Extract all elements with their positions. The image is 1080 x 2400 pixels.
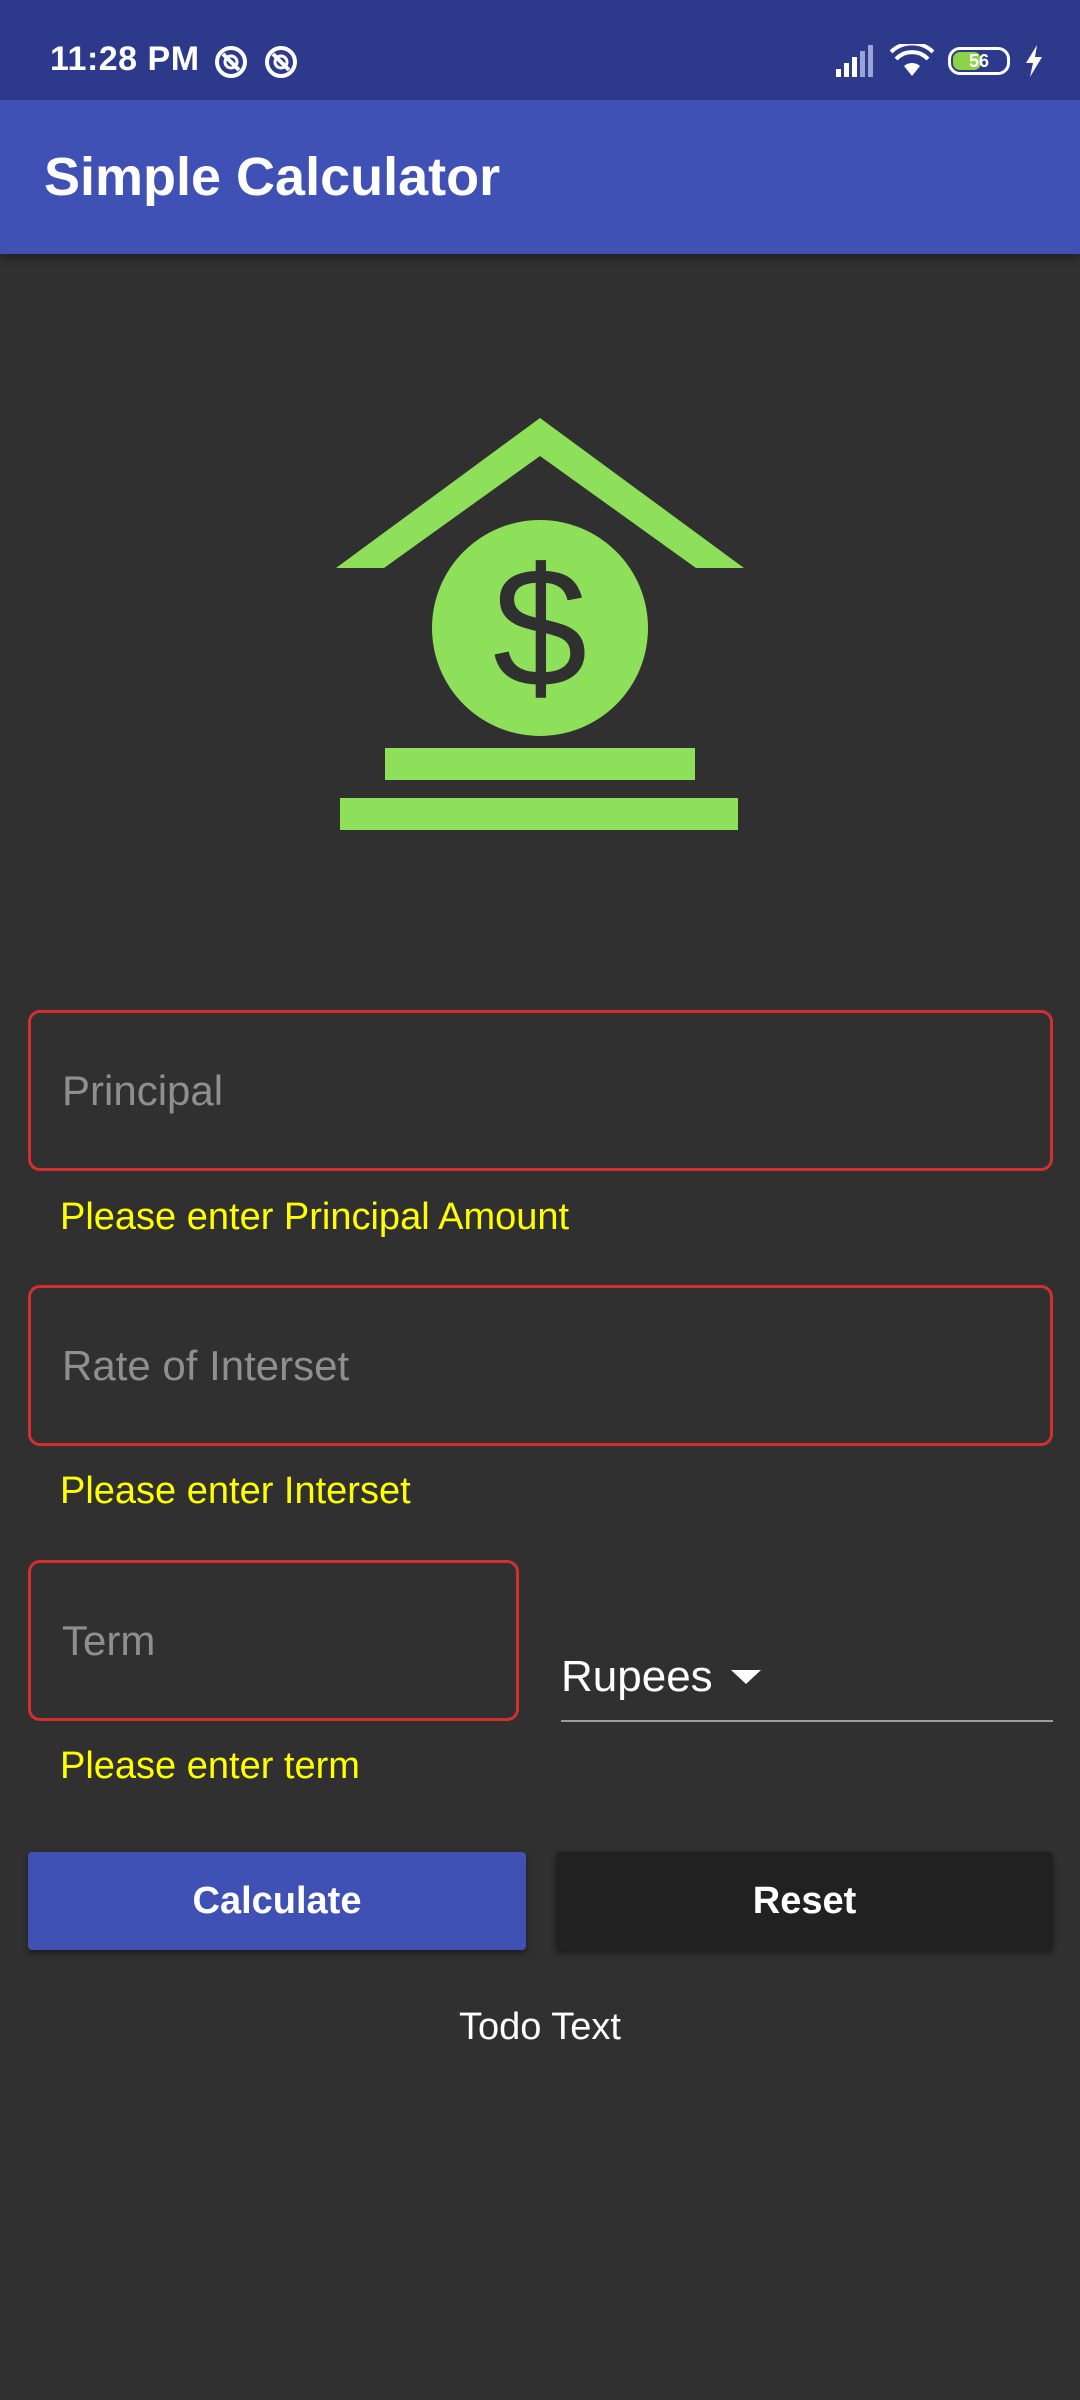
signal-icon <box>836 45 873 77</box>
sync-icon <box>215 46 247 78</box>
status-bar: 11:28 PM 56 <box>0 0 1080 100</box>
wifi-icon <box>890 44 934 76</box>
rate-field[interactable] <box>28 1285 1053 1446</box>
battery-level: 56 <box>968 50 990 71</box>
principal-input[interactable] <box>31 1013 1050 1168</box>
principal-field[interactable] <box>28 1010 1053 1171</box>
result-text: Todo Text <box>459 2006 621 2048</box>
reset-button[interactable]: Reset <box>556 1852 1053 1950</box>
calculate-button[interactable]: Calculate <box>28 1852 526 1950</box>
dropdown-arrow-icon <box>731 1670 761 1684</box>
status-time: 11:28 PM <box>50 40 200 78</box>
charging-icon <box>1026 45 1042 77</box>
app-title: Simple Calculator <box>44 147 501 207</box>
house-dollar-icon: $ <box>336 418 744 830</box>
currency-dropdown[interactable]: Rupees <box>561 1630 1053 1722</box>
term-field[interactable] <box>28 1560 519 1721</box>
currency-selected: Rupees <box>561 1652 713 1701</box>
svg-text:$: $ <box>493 533 588 723</box>
term-input[interactable] <box>31 1563 516 1718</box>
principal-error: Please enter Principal Amount <box>60 1196 570 1238</box>
battery-icon: 56 <box>948 47 1010 75</box>
term-error: Please enter term <box>60 1745 360 1787</box>
status-notification-icons <box>213 44 299 80</box>
rate-input[interactable] <box>31 1288 1050 1443</box>
sync-icon <box>265 46 297 78</box>
status-system-icons: 56 <box>834 44 1044 78</box>
rate-error: Please enter Interset <box>60 1470 411 1512</box>
app-bar: Simple Calculator <box>0 100 1080 254</box>
